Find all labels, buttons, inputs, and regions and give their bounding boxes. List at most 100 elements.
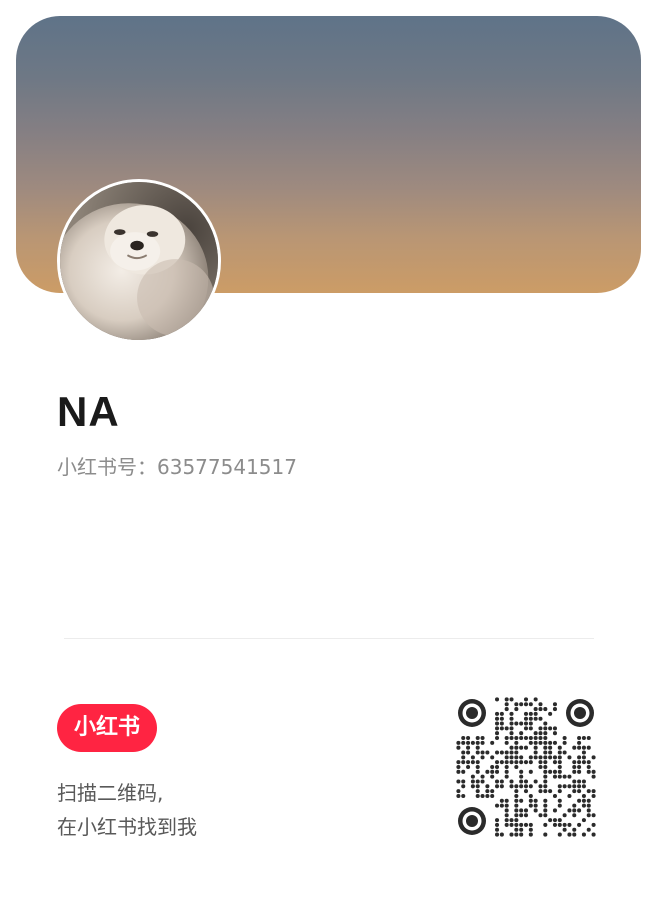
qr-module bbox=[504, 764, 509, 770]
qr-module bbox=[538, 813, 543, 818]
qr-module bbox=[470, 784, 475, 789]
qr-module bbox=[466, 740, 471, 745]
qr-module bbox=[495, 818, 500, 823]
qr-module bbox=[591, 822, 596, 827]
qr-module bbox=[523, 726, 529, 731]
qr-module bbox=[548, 818, 553, 823]
qr-module bbox=[552, 740, 557, 745]
avatar bbox=[57, 179, 221, 343]
qr-module bbox=[562, 813, 567, 818]
qr-module bbox=[504, 769, 509, 774]
qr-module bbox=[456, 745, 461, 750]
qr-module bbox=[514, 721, 519, 726]
qr-module bbox=[519, 827, 524, 832]
qr-module bbox=[557, 818, 562, 823]
qr-module bbox=[499, 832, 504, 837]
qr-module bbox=[490, 769, 495, 774]
qr-finder-top-right bbox=[566, 699, 594, 727]
qr-module bbox=[528, 784, 533, 789]
qr-module bbox=[475, 779, 480, 784]
qr-module bbox=[519, 760, 524, 765]
qr-module bbox=[586, 769, 591, 774]
qr-module bbox=[591, 793, 596, 798]
qr-module bbox=[519, 832, 524, 837]
qr-code[interactable] bbox=[456, 697, 596, 837]
qr-module bbox=[485, 750, 490, 755]
qr-module bbox=[581, 736, 586, 741]
qr-module bbox=[509, 711, 514, 716]
qr-module bbox=[495, 750, 500, 755]
qr-module bbox=[461, 755, 466, 760]
qr-module bbox=[514, 740, 519, 745]
qr-module bbox=[557, 769, 562, 774]
qr-module bbox=[572, 803, 577, 808]
qr-module bbox=[538, 740, 543, 745]
qr-module bbox=[538, 726, 543, 731]
qr-module bbox=[543, 769, 548, 774]
qr-module bbox=[562, 784, 567, 789]
qr-module bbox=[586, 813, 591, 818]
qr-module bbox=[499, 803, 504, 808]
qr-module bbox=[586, 827, 591, 832]
qr-module bbox=[586, 789, 591, 794]
qr-module bbox=[552, 793, 557, 798]
qr-module bbox=[586, 745, 591, 750]
qr-module bbox=[461, 740, 466, 745]
qr-module bbox=[533, 716, 538, 721]
qr-module bbox=[538, 736, 543, 741]
qr-module bbox=[586, 803, 591, 808]
qr-module bbox=[523, 779, 529, 784]
qr-module bbox=[470, 779, 475, 784]
qr-module bbox=[514, 803, 519, 808]
qr-module bbox=[572, 784, 577, 789]
qr-module bbox=[495, 716, 500, 721]
qr-module bbox=[533, 745, 538, 750]
qr-module bbox=[475, 745, 480, 750]
qr-module bbox=[528, 755, 533, 760]
qr-module bbox=[586, 764, 591, 770]
qr-module bbox=[577, 784, 582, 789]
qr-module bbox=[456, 789, 461, 794]
qr-module bbox=[548, 711, 553, 716]
qr-module bbox=[495, 760, 500, 765]
qr-module bbox=[552, 755, 557, 760]
qr-module bbox=[533, 808, 538, 813]
qr-module bbox=[533, 711, 538, 716]
qr-module bbox=[475, 736, 480, 741]
qr-module bbox=[514, 808, 519, 813]
qr-module bbox=[519, 755, 524, 760]
qr-module bbox=[581, 755, 586, 760]
qr-module bbox=[557, 803, 562, 808]
scan-instruction: 扫描二维码, 在小红书找到我 bbox=[57, 776, 197, 844]
qr-module bbox=[548, 750, 553, 755]
qr-module bbox=[548, 726, 553, 731]
qr-module bbox=[581, 760, 586, 765]
qr-module bbox=[586, 760, 591, 765]
qr-module bbox=[528, 736, 533, 741]
qr-module bbox=[552, 808, 557, 813]
qr-module bbox=[461, 760, 466, 765]
qr-module bbox=[572, 769, 577, 774]
qr-module bbox=[499, 798, 504, 803]
qr-module bbox=[485, 784, 490, 789]
qr-module bbox=[533, 779, 538, 784]
qr-module bbox=[504, 740, 509, 745]
qr-module bbox=[543, 736, 548, 741]
qr-module bbox=[519, 822, 524, 827]
qr-module bbox=[591, 774, 596, 779]
qr-module bbox=[509, 779, 514, 784]
qr-module bbox=[461, 779, 466, 784]
qr-module bbox=[572, 808, 577, 813]
qr-module bbox=[543, 731, 548, 736]
qr-module bbox=[572, 764, 577, 770]
qr-module bbox=[533, 803, 538, 808]
qr-module bbox=[509, 716, 514, 721]
qr-module bbox=[586, 798, 591, 803]
qr-module bbox=[543, 774, 548, 779]
qr-module bbox=[509, 697, 514, 702]
qr-module bbox=[543, 721, 548, 726]
qr-module bbox=[538, 764, 543, 770]
qr-module bbox=[538, 702, 543, 707]
qr-module bbox=[586, 808, 591, 813]
qr-module bbox=[577, 769, 582, 774]
